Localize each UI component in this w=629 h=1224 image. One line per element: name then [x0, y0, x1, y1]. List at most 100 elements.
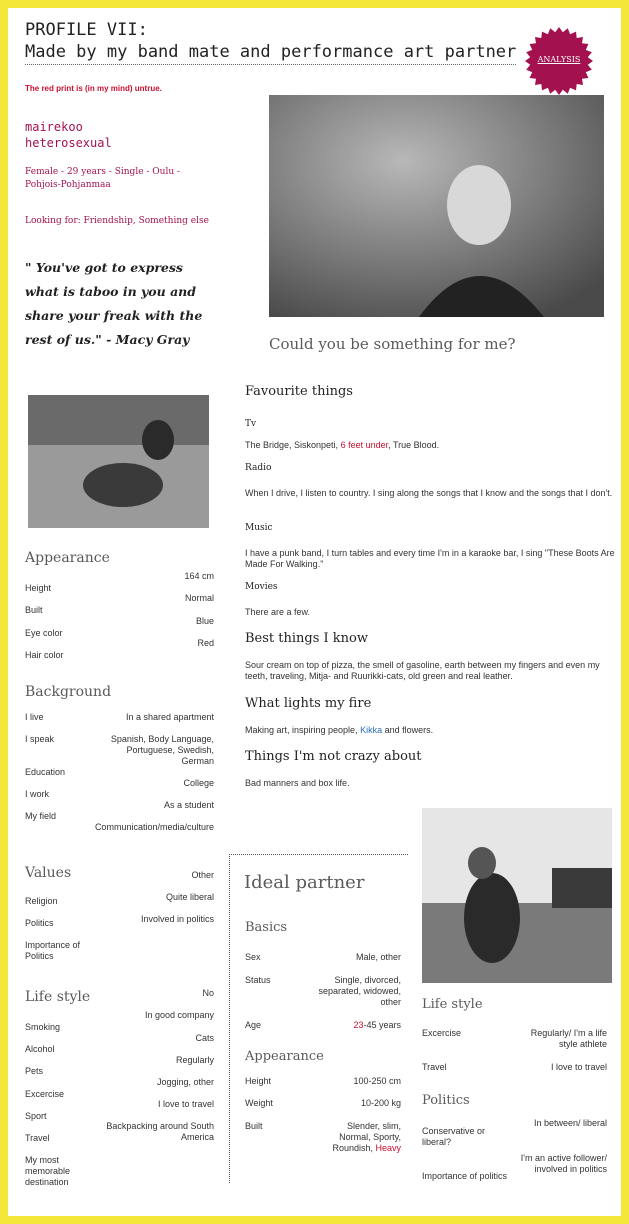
background-value-work: As a student: [163, 800, 214, 810]
ideal-ls-value-travel: I love to travel: [550, 1062, 607, 1072]
lifestyle-value-excercise: Regularly: [175, 1055, 214, 1065]
lifestyle-heading: Life style: [25, 989, 91, 1005]
fire-text-a: Making art, inspiring people,: [245, 725, 361, 735]
looking-for: Looking for: Friendship, Something else: [25, 216, 209, 226]
ideal-label-age: Age: [245, 1020, 262, 1030]
profile-page: PROFILE VII: Made by my band mate and pe…: [8, 8, 621, 1216]
ideal-heading: Ideal partner: [244, 872, 365, 893]
appearance-label-height: Height: [25, 583, 52, 593]
fire-text: Making art, inspiring people, Kikka and …: [245, 725, 615, 736]
ideal-built-red: Heavy: [375, 1143, 401, 1153]
values-label-politics: Politics: [25, 918, 54, 928]
lifestyle-label-travel: Travel: [25, 1133, 50, 1143]
lifestyle-value-travel: I love to travel: [157, 1099, 214, 1109]
background-label-speak: I speak: [25, 734, 55, 744]
appearance-value-height: 164 cm: [184, 571, 214, 581]
profile-photo[interactable]: [269, 95, 604, 317]
lifestyle-value-alcohol: In good company: [144, 1010, 214, 1020]
ideal-ls-label-excercise: Excercise: [422, 1028, 462, 1038]
background-label-field: My field: [25, 811, 57, 821]
analysis-badge-label: ANALYSIS: [537, 55, 581, 64]
ideal-age-red: 23: [353, 1020, 364, 1030]
movies-label: Movies: [245, 582, 278, 592]
reindeer-photo-image: [28, 395, 209, 528]
background-label-education: Education: [25, 767, 66, 777]
tv-text-a: The Bridge, Siskonpeti,: [245, 440, 341, 450]
ideal-pol-label-conservative: Conservative or liberal?: [422, 1126, 486, 1147]
tv-text: The Bridge, Siskonpeti, 6 feet under, Tr…: [245, 440, 615, 451]
quote: " You've got to express what is taboo in…: [25, 260, 203, 347]
favourites-heading: Favourite things: [245, 384, 353, 399]
tv-text-c: , True Blood.: [388, 440, 440, 450]
appearance-heading: Appearance: [25, 550, 110, 566]
appearance-value-built: Normal: [184, 593, 214, 603]
values-label-importance: Importance of Politics: [25, 940, 81, 961]
lifestyle-value-pets: Cats: [195, 1033, 214, 1043]
appearance-label-built: Built: [25, 605, 43, 615]
ideal-label-sex: Sex: [245, 952, 261, 962]
notcrazy-text: Bad manners and box life.: [245, 778, 350, 788]
lifestyle-label-alcohol: Alcohol: [25, 1044, 55, 1054]
ideal-label-height: Height: [245, 1076, 272, 1086]
ideal-age-rest: -45 years: [363, 1020, 401, 1030]
values-heading: Values: [25, 865, 72, 881]
lifestyle-label-sport: Sport: [25, 1111, 47, 1121]
lifestyle-label-smoking: Smoking: [25, 1022, 61, 1032]
ideal-value-sex: Male, other: [355, 952, 401, 962]
appearance-value-hair: Red: [197, 638, 214, 648]
music-text: I have a punk band, I turn tables and ev…: [245, 548, 615, 569]
background-value-field: Communication/media/culture: [94, 822, 214, 832]
fire-text-c: and flowers.: [382, 725, 434, 735]
lifestyle-label-excercise: Excercise: [25, 1089, 65, 1099]
appearance-label-hair: Hair color: [25, 650, 64, 660]
ideal-basics-heading: Basics: [245, 920, 288, 935]
page-title-line2: Made by my band mate and performance art…: [25, 42, 517, 65]
background-value-speak: Spanish, Body Language, Portuguese, Swed…: [110, 734, 214, 766]
appearance-label-eye: Eye color: [25, 628, 63, 638]
movies-text: There are a few.: [245, 607, 311, 617]
ideal-label-weight: Weight: [245, 1098, 273, 1108]
ideal-pol-value-importance: I'm an active follower/ involved in poli…: [520, 1153, 607, 1174]
ideal-appearance-heading: Appearance: [245, 1049, 324, 1064]
notcrazy-heading: Things I'm not crazy about: [245, 749, 422, 764]
lifestyle-value-smoking: No: [202, 988, 214, 998]
orientation: heterosexual: [25, 136, 112, 150]
background-value-live: In a shared apartment: [125, 712, 214, 722]
radio-text: When I drive, I listen to country. I sin…: [245, 488, 613, 498]
profile-details: Female - 29 years - Single - Oulu - Pohj…: [25, 167, 181, 190]
ideal-pol-value-conservative: In between/ liberal: [533, 1118, 607, 1128]
values-value-politics: Quite liberal: [165, 892, 214, 902]
ideal-ls-value-excercise: Regularly/ I'm a life style athlete: [530, 1028, 607, 1049]
boat-photo[interactable]: [422, 808, 612, 983]
background-label-work: I work: [25, 789, 50, 799]
values-label-religion: Religion: [25, 896, 58, 906]
lifestyle-label-destination: My most memorable destination: [25, 1155, 71, 1187]
analysis-badge[interactable]: ANALYSIS: [524, 26, 594, 96]
radio-label: Radio: [245, 463, 272, 473]
background-heading: Background: [25, 684, 112, 700]
tv-text-red: 6 feet under: [340, 440, 389, 450]
music-label: Music: [245, 523, 273, 533]
lifestyle-value-destination: Backpacking around South America: [106, 1121, 214, 1142]
best-text: Sour cream on top of pizza, the smell of…: [245, 660, 600, 681]
ideal-ls-label-travel: Travel: [422, 1062, 447, 1072]
profile-photo-image: [269, 95, 604, 317]
ideal-label-built: Built: [245, 1121, 263, 1131]
ideal-value-weight: 10-200 kg: [360, 1098, 401, 1108]
ideal-politics-heading: Politics: [422, 1093, 470, 1108]
reindeer-photo[interactable]: [28, 395, 209, 528]
notice-text: The red print is (in my mind) untrue.: [25, 84, 162, 93]
fire-heading: What lights my fire: [245, 696, 372, 711]
lifestyle-label-pets: Pets: [25, 1066, 44, 1076]
values-value-importance: Involved in politics: [140, 914, 214, 924]
background-label-live: I live: [25, 712, 44, 722]
lifestyle-value-sport: Jogging, other: [156, 1077, 214, 1087]
background-value-education: College: [183, 778, 214, 788]
ideal-value-height: 100-250 cm: [353, 1076, 401, 1086]
ideal-lifestyle-heading: Life style: [422, 997, 483, 1012]
ideal-label-status: Status: [245, 975, 271, 985]
fire-link-kikka[interactable]: Kikka: [360, 725, 382, 735]
best-heading: Best things I know: [245, 631, 368, 646]
tv-label: Tv: [245, 419, 257, 429]
ideal-pol-label-importance: Importance of politics: [422, 1171, 508, 1181]
